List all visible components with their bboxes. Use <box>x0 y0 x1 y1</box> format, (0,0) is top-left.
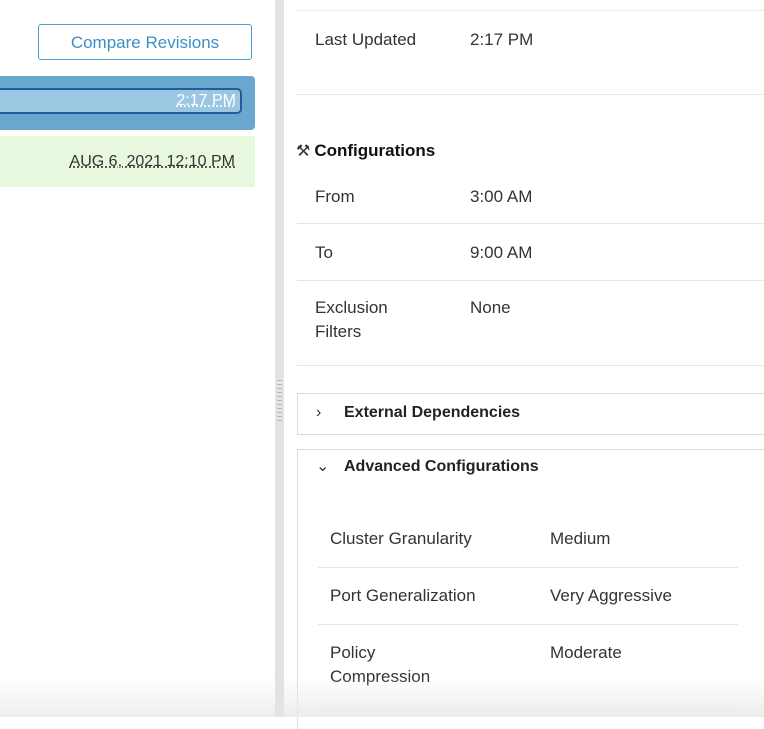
config-row-exclusion-filters: Exclusion Filters None <box>297 281 764 366</box>
scroll-fade <box>284 677 764 717</box>
config-row-from: From 3:00 AM <box>297 166 764 224</box>
config-value: 3:00 AM <box>470 187 533 206</box>
advanced-row-cluster-granularity: Cluster Granularity Medium <box>318 510 738 568</box>
chevron-down-icon[interactable]: ⌄ <box>316 456 330 478</box>
advanced-value: Medium <box>550 529 611 548</box>
chevron-right-icon[interactable]: › <box>316 402 330 424</box>
config-label: Exclusion Filters <box>315 298 388 341</box>
revision-item[interactable]: AUG 6, 2021 12:10 PM <box>0 136 255 187</box>
revisions-panel: Compare Revisions 2:17 PM AUG 6, 2021 12… <box>0 0 275 717</box>
last-updated-value: 2:17 PM <box>470 30 534 49</box>
last-updated-row: Last Updated 2:17 PM <box>297 11 764 95</box>
advanced-configurations-header[interactable]: ⌄ Advanced Configurations <box>316 456 539 478</box>
external-dependencies-title[interactable]: External Dependencies <box>344 404 520 421</box>
details-panel: Last Updated 2:17 PM ⚒ Configurations Fro… <box>284 0 764 729</box>
advanced-label: Port Generalization <box>330 586 476 605</box>
config-label: From <box>315 187 355 206</box>
advanced-label: Cluster Granularity <box>330 529 472 548</box>
tools-icon: ⚒ <box>296 143 311 160</box>
revision-time-label[interactable]: 2:17 PM <box>176 92 236 109</box>
advanced-value: Very Aggressive <box>550 586 672 605</box>
advanced-row-port-generalization: Port Generalization Very Aggressive <box>318 568 738 625</box>
splitter-grip-icon[interactable] <box>277 380 282 424</box>
config-value: None <box>470 298 511 317</box>
external-dependencies-header[interactable]: › External Dependencies <box>316 402 520 424</box>
configurations-title: Configurations <box>314 141 436 160</box>
revision-date-label[interactable]: AUG 6, 2021 12:10 PM <box>70 153 235 170</box>
advanced-configurations-title[interactable]: Advanced Configurations <box>344 458 539 475</box>
compare-revisions-button[interactable]: Compare Revisions <box>38 24 252 60</box>
panel-splitter[interactable] <box>275 0 284 717</box>
config-value: 9:00 AM <box>470 243 533 262</box>
configurations-heading: ⚒ Configurations <box>296 140 435 163</box>
scroll-fade <box>0 677 275 717</box>
config-label: To <box>315 243 333 262</box>
config-row-to: To 9:00 AM <box>297 224 764 281</box>
external-dependencies-panel[interactable]: › External Dependencies <box>297 393 764 435</box>
last-updated-label: Last Updated <box>315 30 417 49</box>
advanced-value: Moderate <box>550 643 622 662</box>
revision-item-selected[interactable]: 2:17 PM <box>0 76 255 130</box>
revision-item-selected-box[interactable]: 2:17 PM <box>0 88 242 114</box>
